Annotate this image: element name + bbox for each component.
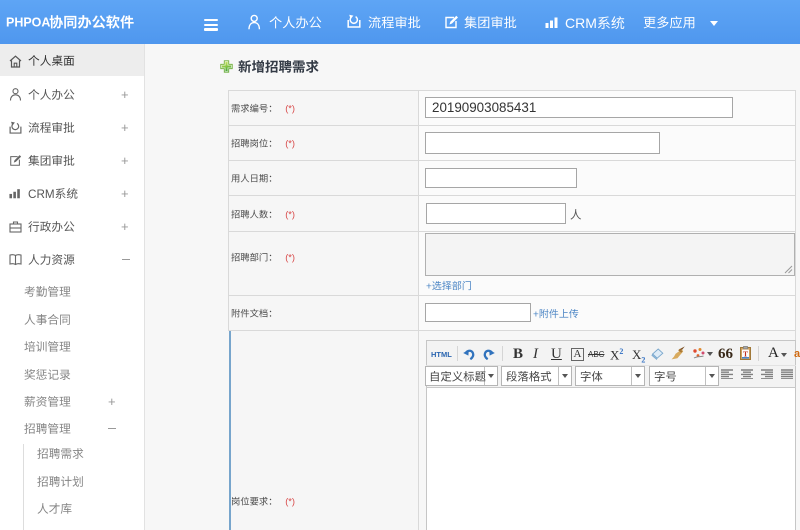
svg-text:+: + [533, 309, 539, 320]
svg-text:CRM: CRM [565, 15, 597, 31]
svg-text:(*): (*) [277, 209, 295, 219]
svg-text:+: + [121, 153, 129, 168]
svg-text:+: + [426, 281, 432, 292]
svg-text:(*): (*) [277, 104, 295, 114]
svg-text:+: + [121, 186, 129, 201]
svg-text:CRM: CRM [28, 188, 55, 201]
svg-text:(*): (*) [277, 253, 295, 263]
svg-text:PHPOA: PHPOA [6, 16, 50, 30]
svg-text:(*): (*) [277, 139, 295, 149]
svg-text:+: + [121, 120, 129, 135]
svg-text:+: + [121, 219, 129, 234]
svg-text:(*): (*) [277, 497, 295, 507]
svg-text:+: + [108, 394, 116, 409]
svg-text:+: + [121, 87, 129, 102]
